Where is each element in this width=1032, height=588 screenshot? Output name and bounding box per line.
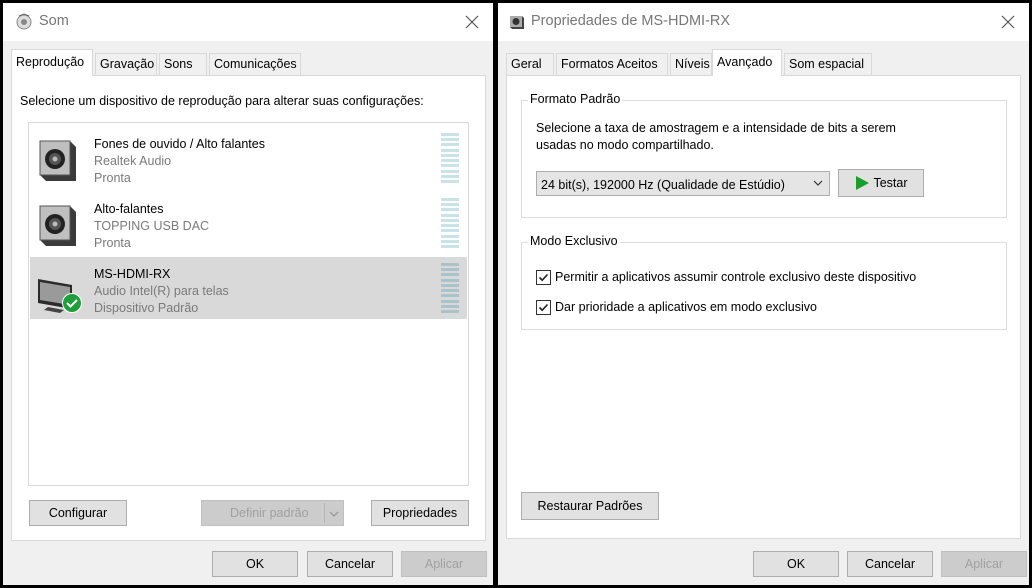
checkbox-label: Dar prioridade a aplicativos em modo exc… xyxy=(555,300,817,314)
test-label: Testar xyxy=(873,176,908,190)
sample-rate-select[interactable]: 24 bit(s), 192000 Hz (Qualidade de Estúd… xyxy=(536,171,830,196)
device-driver: Audio Intel(R) para telas xyxy=(94,284,229,298)
dialog-body: Reprodução Gravação Sons Comunicações Se… xyxy=(3,41,493,585)
apply-button[interactable]: Aplicar xyxy=(401,551,487,577)
device-status: Pronta xyxy=(94,236,131,250)
set-default-button[interactable]: Definir padrão xyxy=(201,500,344,526)
level-meter xyxy=(441,263,459,313)
device-name: Fones de ouvido / Alto falantes xyxy=(94,137,265,151)
tab-formatos[interactable]: Formatos Aceitos xyxy=(556,53,668,75)
device-item[interactable]: Fones de ouvido / Alto falantes Realtek … xyxy=(30,127,467,189)
device-item[interactable]: Alto-falantes TOPPING USB DAC Pronta xyxy=(30,192,467,254)
format-description-2: usadas no modo compartilhado. xyxy=(536,138,714,152)
speaker-app-icon xyxy=(510,16,524,29)
tab-geral[interactable]: Geral xyxy=(506,53,554,75)
chevron-down-icon[interactable] xyxy=(329,510,339,518)
checkmark-icon xyxy=(538,303,549,311)
checkbox[interactable] xyxy=(536,269,551,285)
tab-niveis[interactable]: Níveis xyxy=(670,53,712,75)
checkbox-label: Permitir a aplicativos assumir controle … xyxy=(555,270,917,284)
chevron-down-icon xyxy=(813,180,823,186)
cancel-button[interactable]: Cancelar xyxy=(847,551,933,577)
format-description: Selecione a taxa de amostragem e a inten… xyxy=(536,121,896,135)
title-bar: Som xyxy=(3,3,493,41)
title-bar: Propriedades de MS-HDMI-RX xyxy=(498,3,1029,41)
tab-comunicacoes[interactable]: Comunicações xyxy=(209,53,301,75)
properties-dialog: Propriedades de MS-HDMI-RX Geral Formato… xyxy=(498,3,1029,585)
cancel-button[interactable]: Cancelar xyxy=(307,551,393,577)
tab-panel: Selecione um dispositivo de reprodução p… xyxy=(11,75,486,541)
device-driver: Realtek Audio xyxy=(94,154,172,168)
play-icon xyxy=(856,176,870,190)
device-status: Dispositivo Padrão xyxy=(94,301,199,315)
tab-som-espacial[interactable]: Som espacial xyxy=(784,53,872,75)
group-title: Modo Exclusivo xyxy=(528,234,620,248)
window-title: Som xyxy=(39,13,69,29)
level-meter xyxy=(441,198,459,248)
select-value: 24 bit(s), 192000 Hz (Qualidade de Estúd… xyxy=(541,178,785,192)
device-status: Pronta xyxy=(94,171,131,185)
tab-avancado[interactable]: Avançado xyxy=(712,49,782,76)
restore-defaults-button[interactable]: Restaurar Padrões xyxy=(521,492,659,520)
level-meter xyxy=(441,133,459,183)
speaker-app-icon xyxy=(16,13,32,30)
ok-button[interactable]: OK xyxy=(753,551,839,577)
exclusive-control-checkbox[interactable]: Permitir a aplicativos assumir controle … xyxy=(536,268,916,286)
tab-gravacao[interactable]: Gravação xyxy=(95,53,157,75)
checkbox[interactable] xyxy=(536,299,551,315)
test-button[interactable]: Testar xyxy=(838,169,924,197)
configure-button[interactable]: Configurar xyxy=(29,500,127,526)
ok-button[interactable]: OK xyxy=(212,551,298,577)
speaker-icon xyxy=(39,205,76,246)
set-default-label: Definir padrão xyxy=(230,506,309,520)
exclusive-groupbox: Modo Exclusivo Permitir a aplicativos as… xyxy=(521,234,1007,330)
apply-button[interactable]: Aplicar xyxy=(941,551,1027,577)
split-divider xyxy=(324,503,325,523)
exclusive-priority-checkbox[interactable]: Dar prioridade a aplicativos em modo exc… xyxy=(536,298,817,316)
close-icon[interactable] xyxy=(997,11,1019,33)
instruction-text: Selecione um dispositivo de reprodução p… xyxy=(20,94,424,108)
sound-dialog: Som Reprodução Gravação Sons Comunicaçõe… xyxy=(3,3,493,585)
group-title: Formato Padrão xyxy=(528,92,623,106)
properties-button[interactable]: Propriedades xyxy=(371,500,469,526)
default-check-icon xyxy=(62,293,82,313)
speaker-icon xyxy=(39,140,76,181)
device-name: MS-HDMI-RX xyxy=(94,267,171,281)
device-item-selected[interactable]: MS-HDMI-RX Audio Intel(R) para telas Dis… xyxy=(30,257,467,319)
device-name: Alto-falantes xyxy=(94,202,164,216)
checkmark-icon xyxy=(538,273,549,281)
device-driver: TOPPING USB DAC xyxy=(94,219,210,233)
tab-sons[interactable]: Sons xyxy=(159,53,207,75)
format-groupbox: Formato Padrão Selecione a taxa de amost… xyxy=(521,92,1007,218)
window-title: Propriedades de MS-HDMI-RX xyxy=(531,13,731,29)
dialog-body: Geral Formatos Aceitos Níveis Avançado S… xyxy=(498,41,1029,585)
tab-panel: Formato Padrão Selecione a taxa de amost… xyxy=(506,75,1021,539)
close-icon[interactable] xyxy=(461,11,483,33)
device-list[interactable]: Fones de ouvido / Alto falantes Realtek … xyxy=(28,122,469,486)
tab-reproducao[interactable]: Reprodução xyxy=(11,49,93,76)
